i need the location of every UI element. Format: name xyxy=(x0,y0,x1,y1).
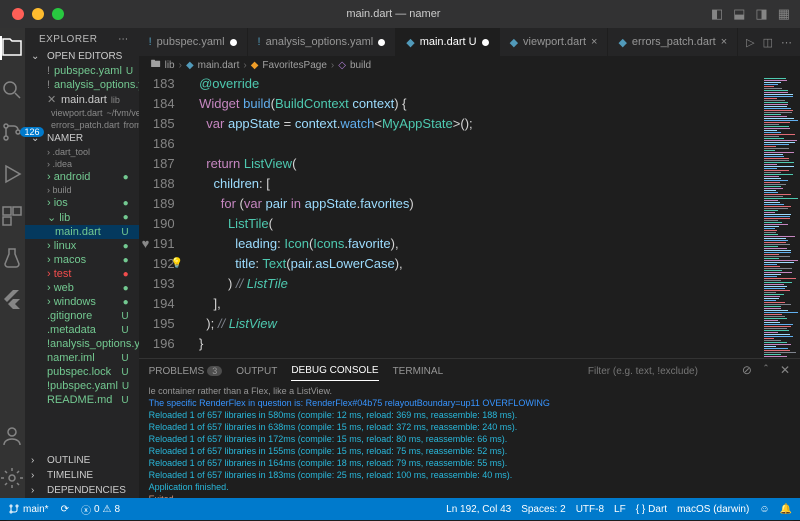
file-item[interactable]: !analysis_options.yamlU xyxy=(25,337,139,351)
window-controls xyxy=(0,8,76,20)
file-item[interactable]: README.mdU xyxy=(25,393,139,407)
more-icon[interactable]: ⋯ xyxy=(781,36,792,49)
panel-filter-input[interactable] xyxy=(588,366,728,377)
editor-tabs: !pubspec.yaml!analysis_options.yaml◆main… xyxy=(139,28,800,56)
folder-item[interactable]: › linux● xyxy=(25,239,139,253)
status-eol[interactable]: LF xyxy=(614,504,626,515)
search-icon[interactable] xyxy=(0,78,24,102)
open-editor-item[interactable]: !pubspec.yamlU xyxy=(25,64,139,78)
extensions-icon[interactable] xyxy=(0,204,24,228)
file-item[interactable]: main.dartU xyxy=(25,225,139,239)
editor-tab[interactable]: !analysis_options.yaml xyxy=(248,28,397,56)
file-item[interactable]: pubspec.lockU xyxy=(25,365,139,379)
sidebar-more-icon[interactable]: ⋯ xyxy=(118,34,129,45)
status-sync-icon[interactable]: ⟳ xyxy=(61,504,69,515)
status-problems[interactable]: ⓧ 0 ⚠ 8 xyxy=(81,502,120,517)
status-device[interactable]: macOS (darwin) xyxy=(677,504,749,515)
editor-tab[interactable]: ◆main.dart U xyxy=(396,28,499,56)
panel-close-icon[interactable]: ✕ xyxy=(780,363,790,380)
bottom-panel: PROBLEMS3 OUTPUT DEBUG CONSOLE TERMINAL … xyxy=(139,358,800,498)
section-open-editors[interactable]: ⌄OPEN EDITORS xyxy=(25,49,139,64)
window-title: main.dart — namer xyxy=(76,8,711,20)
folder-item[interactable]: › android● xyxy=(25,170,139,184)
split-icon[interactable]: ◫ xyxy=(763,36,773,49)
folder-item[interactable]: › ios● xyxy=(25,196,139,210)
folder-item[interactable]: › web● xyxy=(25,281,139,295)
toggle-bottom-icon[interactable]: ⬓ xyxy=(733,6,745,22)
run-icon[interactable]: ▷ xyxy=(746,36,754,49)
status-bar: main* ⟳ ⓧ 0 ⚠ 8 Ln 192, Col 43 Spaces: 2… xyxy=(0,498,800,520)
panel-maximize-icon[interactable]: ＾ xyxy=(760,363,772,380)
run-debug-icon[interactable] xyxy=(0,162,24,186)
folder-item[interactable]: › windows● xyxy=(25,295,139,309)
close-button[interactable] xyxy=(12,8,24,20)
tab-output[interactable]: OUTPUT xyxy=(236,362,277,381)
testing-icon[interactable] xyxy=(0,246,24,270)
editor-group: !pubspec.yaml!analysis_options.yaml◆main… xyxy=(139,28,800,498)
folder-icon: 🖿 xyxy=(151,57,161,74)
flutter-icon[interactable] xyxy=(0,288,24,312)
debug-console-output[interactable]: le container rather than a Flex, like a … xyxy=(139,383,800,498)
folder-item[interactable]: › build xyxy=(25,184,139,196)
tab-terminal[interactable]: TERMINAL xyxy=(393,362,444,381)
file-item[interactable]: !pubspec.yamlU xyxy=(25,379,139,393)
tab-debug-console[interactable]: DEBUG CONSOLE xyxy=(291,361,378,381)
activity-bar: 126 xyxy=(0,28,25,498)
status-position[interactable]: Ln 192, Col 43 xyxy=(446,504,511,515)
file-item[interactable]: .metadataU xyxy=(25,323,139,337)
maximize-button[interactable] xyxy=(52,8,64,20)
sidebar: EXPLORER ⋯ ⌄OPEN EDITORS !pubspec.yamlU!… xyxy=(25,28,139,498)
code-editor[interactable]: 183184185186187188189190♥ 19119219319419… xyxy=(139,74,800,358)
toggle-panel-icon[interactable]: ◧ xyxy=(711,6,723,22)
editor-tab[interactable]: ◆errors_patch.dart× xyxy=(608,28,738,56)
editor-tab[interactable]: ◆viewport.dart× xyxy=(500,28,609,56)
editor-tab[interactable]: !pubspec.yaml xyxy=(139,28,248,56)
folder-item[interactable]: ⌄ lib● xyxy=(25,210,139,225)
source-control-icon[interactable]: 126 xyxy=(0,120,24,144)
breadcrumb[interactable]: 🖿 lib› ◆ main.dart› ◆ FavoritesPage› ◇ b… xyxy=(139,56,800,74)
explorer-icon[interactable] xyxy=(0,36,24,60)
folder-item[interactable]: › macos● xyxy=(25,253,139,267)
section-outline[interactable]: ›OUTLINE xyxy=(25,453,139,468)
settings-icon[interactable] xyxy=(0,466,24,490)
file-item[interactable]: namer.imlU xyxy=(25,351,139,365)
open-editor-item[interactable]: viewport.dart ~/fvm/versions/stable/pack… xyxy=(25,107,139,119)
status-feedback-icon[interactable]: ☺ xyxy=(759,504,769,515)
section-dependencies[interactable]: ›DEPENDENCIES xyxy=(25,483,139,498)
toggle-sidebar-icon[interactable]: ◨ xyxy=(755,6,767,22)
tab-problems[interactable]: PROBLEMS3 xyxy=(149,362,223,381)
folder-item[interactable]: › .idea xyxy=(25,158,139,170)
sidebar-title: EXPLORER xyxy=(39,34,97,45)
clear-console-icon[interactable]: ⊘ xyxy=(742,363,752,380)
status-indent[interactable]: Spaces: 2 xyxy=(521,504,565,515)
status-branch[interactable]: main* xyxy=(8,503,49,515)
section-timeline[interactable]: ›TIMELINE xyxy=(25,468,139,483)
folder-item[interactable]: › .dart_tool xyxy=(25,146,139,158)
open-editor-item[interactable]: !analysis_options.yamlU xyxy=(25,78,139,92)
dart-file-icon: ◆ xyxy=(186,60,194,71)
status-bell-icon[interactable]: 🔔 xyxy=(780,504,792,515)
status-encoding[interactable]: UTF-8 xyxy=(576,504,604,515)
title-actions: ◧ ⬓ ◨ ▦ xyxy=(711,6,800,22)
file-item[interactable]: .gitignoreU xyxy=(25,309,139,323)
titlebar: main.dart — namer ◧ ⬓ ◨ ▦ xyxy=(0,0,800,28)
folder-item[interactable]: › test● xyxy=(25,267,139,281)
open-editor-item[interactable]: ✕main.dart lib xyxy=(25,92,139,107)
minimize-button[interactable] xyxy=(32,8,44,20)
class-icon: ◆ xyxy=(251,60,259,71)
status-language[interactable]: { } Dart xyxy=(636,504,667,515)
minimap[interactable] xyxy=(762,74,800,358)
layout-icon[interactable]: ▦ xyxy=(778,6,790,22)
method-icon: ◇ xyxy=(338,60,346,71)
scm-badge: 126 xyxy=(20,127,43,137)
account-icon[interactable] xyxy=(0,424,24,448)
